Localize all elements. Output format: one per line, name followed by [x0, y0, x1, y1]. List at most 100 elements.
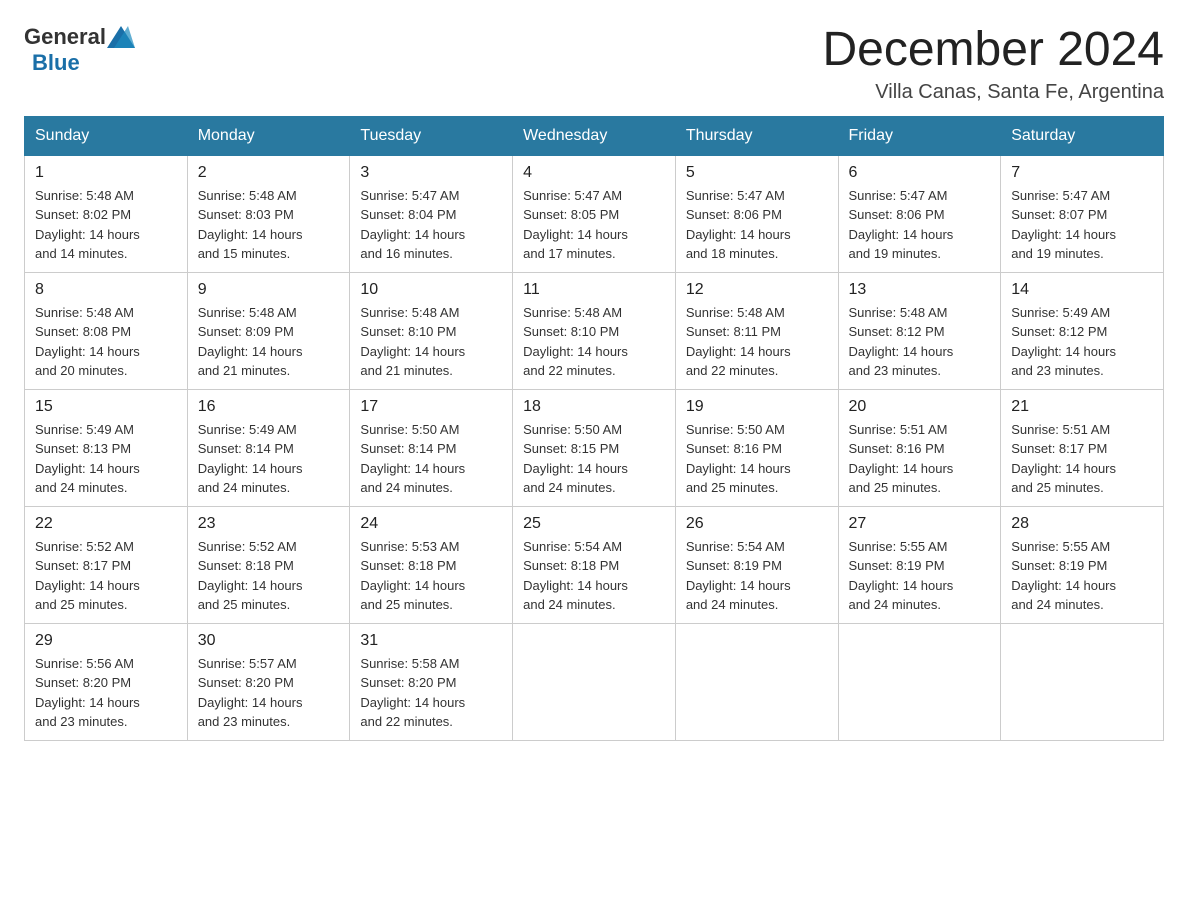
day-info: Sunrise: 5:52 AM Sunset: 8:18 PM Dayligh…	[198, 537, 340, 615]
day-info: Sunrise: 5:50 AM Sunset: 8:14 PM Dayligh…	[360, 420, 502, 498]
day-number: 20	[849, 398, 991, 416]
calendar-cell: 3 Sunrise: 5:47 AM Sunset: 8:04 PM Dayli…	[350, 155, 513, 272]
day-info: Sunrise: 5:56 AM Sunset: 8:20 PM Dayligh…	[35, 654, 177, 732]
calendar-cell: 7 Sunrise: 5:47 AM Sunset: 8:07 PM Dayli…	[1001, 155, 1164, 272]
calendar-cell: 26 Sunrise: 5:54 AM Sunset: 8:19 PM Dayl…	[675, 506, 838, 623]
day-info: Sunrise: 5:47 AM Sunset: 8:05 PM Dayligh…	[523, 186, 665, 264]
day-number: 9	[198, 281, 340, 299]
location-subtitle: Villa Canas, Santa Fe, Argentina	[822, 81, 1164, 104]
calendar-week-row: 29 Sunrise: 5:56 AM Sunset: 8:20 PM Dayl…	[25, 623, 1164, 740]
day-info: Sunrise: 5:47 AM Sunset: 8:06 PM Dayligh…	[849, 186, 991, 264]
calendar-cell: 10 Sunrise: 5:48 AM Sunset: 8:10 PM Dayl…	[350, 272, 513, 389]
day-number: 12	[686, 281, 828, 299]
day-number: 1	[35, 164, 177, 182]
day-number: 18	[523, 398, 665, 416]
calendar-cell	[513, 623, 676, 740]
day-number: 10	[360, 281, 502, 299]
day-info: Sunrise: 5:58 AM Sunset: 8:20 PM Dayligh…	[360, 654, 502, 732]
calendar-cell: 29 Sunrise: 5:56 AM Sunset: 8:20 PM Dayl…	[25, 623, 188, 740]
day-info: Sunrise: 5:48 AM Sunset: 8:03 PM Dayligh…	[198, 186, 340, 264]
day-number: 2	[198, 164, 340, 182]
calendar-table: SundayMondayTuesdayWednesdayThursdayFrid…	[24, 116, 1164, 741]
title-section: December 2024 Villa Canas, Santa Fe, Arg…	[822, 24, 1164, 104]
calendar-cell: 22 Sunrise: 5:52 AM Sunset: 8:17 PM Dayl…	[25, 506, 188, 623]
day-info: Sunrise: 5:51 AM Sunset: 8:16 PM Dayligh…	[849, 420, 991, 498]
calendar-cell: 28 Sunrise: 5:55 AM Sunset: 8:19 PM Dayl…	[1001, 506, 1164, 623]
calendar-cell: 23 Sunrise: 5:52 AM Sunset: 8:18 PM Dayl…	[187, 506, 350, 623]
calendar-cell: 8 Sunrise: 5:48 AM Sunset: 8:08 PM Dayli…	[25, 272, 188, 389]
day-number: 11	[523, 281, 665, 299]
day-info: Sunrise: 5:47 AM Sunset: 8:04 PM Dayligh…	[360, 186, 502, 264]
day-info: Sunrise: 5:49 AM Sunset: 8:13 PM Dayligh…	[35, 420, 177, 498]
calendar-cell	[1001, 623, 1164, 740]
calendar-cell: 9 Sunrise: 5:48 AM Sunset: 8:09 PM Dayli…	[187, 272, 350, 389]
day-number: 22	[35, 515, 177, 533]
calendar-cell: 4 Sunrise: 5:47 AM Sunset: 8:05 PM Dayli…	[513, 155, 676, 272]
calendar-cell: 5 Sunrise: 5:47 AM Sunset: 8:06 PM Dayli…	[675, 155, 838, 272]
header-day-monday: Monday	[187, 116, 350, 155]
calendar-cell	[838, 623, 1001, 740]
calendar-week-row: 22 Sunrise: 5:52 AM Sunset: 8:17 PM Dayl…	[25, 506, 1164, 623]
calendar-cell: 31 Sunrise: 5:58 AM Sunset: 8:20 PM Dayl…	[350, 623, 513, 740]
day-info: Sunrise: 5:55 AM Sunset: 8:19 PM Dayligh…	[1011, 537, 1153, 615]
day-number: 23	[198, 515, 340, 533]
month-title: December 2024	[822, 24, 1164, 77]
calendar-cell: 21 Sunrise: 5:51 AM Sunset: 8:17 PM Dayl…	[1001, 389, 1164, 506]
day-info: Sunrise: 5:51 AM Sunset: 8:17 PM Dayligh…	[1011, 420, 1153, 498]
logo-general-text: General	[24, 24, 106, 50]
header-day-wednesday: Wednesday	[513, 116, 676, 155]
day-number: 24	[360, 515, 502, 533]
day-info: Sunrise: 5:50 AM Sunset: 8:15 PM Dayligh…	[523, 420, 665, 498]
calendar-cell: 19 Sunrise: 5:50 AM Sunset: 8:16 PM Dayl…	[675, 389, 838, 506]
page-header: General Blue December 2024 Villa Canas, …	[24, 24, 1164, 104]
calendar-cell: 15 Sunrise: 5:49 AM Sunset: 8:13 PM Dayl…	[25, 389, 188, 506]
day-info: Sunrise: 5:50 AM Sunset: 8:16 PM Dayligh…	[686, 420, 828, 498]
day-info: Sunrise: 5:48 AM Sunset: 8:09 PM Dayligh…	[198, 303, 340, 381]
logo: General Blue	[24, 24, 135, 76]
day-info: Sunrise: 5:48 AM Sunset: 8:12 PM Dayligh…	[849, 303, 991, 381]
calendar-week-row: 1 Sunrise: 5:48 AM Sunset: 8:02 PM Dayli…	[25, 155, 1164, 272]
day-info: Sunrise: 5:49 AM Sunset: 8:12 PM Dayligh…	[1011, 303, 1153, 381]
calendar-cell: 12 Sunrise: 5:48 AM Sunset: 8:11 PM Dayl…	[675, 272, 838, 389]
day-info: Sunrise: 5:54 AM Sunset: 8:18 PM Dayligh…	[523, 537, 665, 615]
calendar-cell: 14 Sunrise: 5:49 AM Sunset: 8:12 PM Dayl…	[1001, 272, 1164, 389]
day-number: 8	[35, 281, 177, 299]
day-number: 31	[360, 632, 502, 650]
header-day-sunday: Sunday	[25, 116, 188, 155]
calendar-cell: 24 Sunrise: 5:53 AM Sunset: 8:18 PM Dayl…	[350, 506, 513, 623]
day-number: 21	[1011, 398, 1153, 416]
header-day-tuesday: Tuesday	[350, 116, 513, 155]
day-number: 17	[360, 398, 502, 416]
day-info: Sunrise: 5:48 AM Sunset: 8:10 PM Dayligh…	[523, 303, 665, 381]
calendar-cell: 6 Sunrise: 5:47 AM Sunset: 8:06 PM Dayli…	[838, 155, 1001, 272]
day-number: 7	[1011, 164, 1153, 182]
logo-icon	[107, 26, 135, 48]
day-number: 4	[523, 164, 665, 182]
header-day-friday: Friday	[838, 116, 1001, 155]
day-info: Sunrise: 5:47 AM Sunset: 8:06 PM Dayligh…	[686, 186, 828, 264]
day-info: Sunrise: 5:57 AM Sunset: 8:20 PM Dayligh…	[198, 654, 340, 732]
day-number: 15	[35, 398, 177, 416]
day-number: 14	[1011, 281, 1153, 299]
day-info: Sunrise: 5:52 AM Sunset: 8:17 PM Dayligh…	[35, 537, 177, 615]
day-info: Sunrise: 5:47 AM Sunset: 8:07 PM Dayligh…	[1011, 186, 1153, 264]
day-number: 19	[686, 398, 828, 416]
day-info: Sunrise: 5:53 AM Sunset: 8:18 PM Dayligh…	[360, 537, 502, 615]
calendar-cell	[675, 623, 838, 740]
calendar-cell: 13 Sunrise: 5:48 AM Sunset: 8:12 PM Dayl…	[838, 272, 1001, 389]
day-number: 29	[35, 632, 177, 650]
calendar-cell: 11 Sunrise: 5:48 AM Sunset: 8:10 PM Dayl…	[513, 272, 676, 389]
calendar-cell: 20 Sunrise: 5:51 AM Sunset: 8:16 PM Dayl…	[838, 389, 1001, 506]
calendar-cell: 17 Sunrise: 5:50 AM Sunset: 8:14 PM Dayl…	[350, 389, 513, 506]
calendar-cell: 16 Sunrise: 5:49 AM Sunset: 8:14 PM Dayl…	[187, 389, 350, 506]
day-info: Sunrise: 5:49 AM Sunset: 8:14 PM Dayligh…	[198, 420, 340, 498]
calendar-week-row: 8 Sunrise: 5:48 AM Sunset: 8:08 PM Dayli…	[25, 272, 1164, 389]
day-info: Sunrise: 5:48 AM Sunset: 8:08 PM Dayligh…	[35, 303, 177, 381]
day-info: Sunrise: 5:48 AM Sunset: 8:10 PM Dayligh…	[360, 303, 502, 381]
day-info: Sunrise: 5:55 AM Sunset: 8:19 PM Dayligh…	[849, 537, 991, 615]
calendar-cell: 2 Sunrise: 5:48 AM Sunset: 8:03 PM Dayli…	[187, 155, 350, 272]
day-number: 3	[360, 164, 502, 182]
day-info: Sunrise: 5:48 AM Sunset: 8:11 PM Dayligh…	[686, 303, 828, 381]
day-number: 13	[849, 281, 991, 299]
calendar-week-row: 15 Sunrise: 5:49 AM Sunset: 8:13 PM Dayl…	[25, 389, 1164, 506]
